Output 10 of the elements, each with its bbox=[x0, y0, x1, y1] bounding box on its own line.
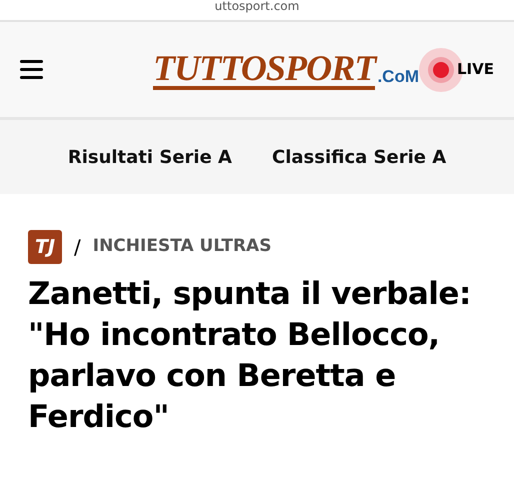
live-button[interactable]: LIVE bbox=[457, 58, 494, 81]
nav-link[interactable]: Classifica Serie A bbox=[272, 144, 446, 170]
breadcrumb-link[interactable]: INCHIESTA ULTRAS bbox=[92, 234, 272, 260]
section-logo[interactable]: TJ bbox=[28, 230, 62, 264]
site-logo[interactable]: TUTTOSPORT.CoM bbox=[153, 50, 419, 90]
breadcrumb-separator: / bbox=[74, 234, 81, 261]
address-url[interactable]: uttosport.com bbox=[214, 0, 300, 12]
nav-link[interactable]: Risultati Serie A bbox=[68, 144, 232, 170]
article-headline: Zanetti, spunta il verbale: "Ho incontrato Bellocco, parlavo con Beretta e Ferdico" bbox=[28, 275, 472, 437]
menu-icon[interactable] bbox=[20, 60, 44, 79]
